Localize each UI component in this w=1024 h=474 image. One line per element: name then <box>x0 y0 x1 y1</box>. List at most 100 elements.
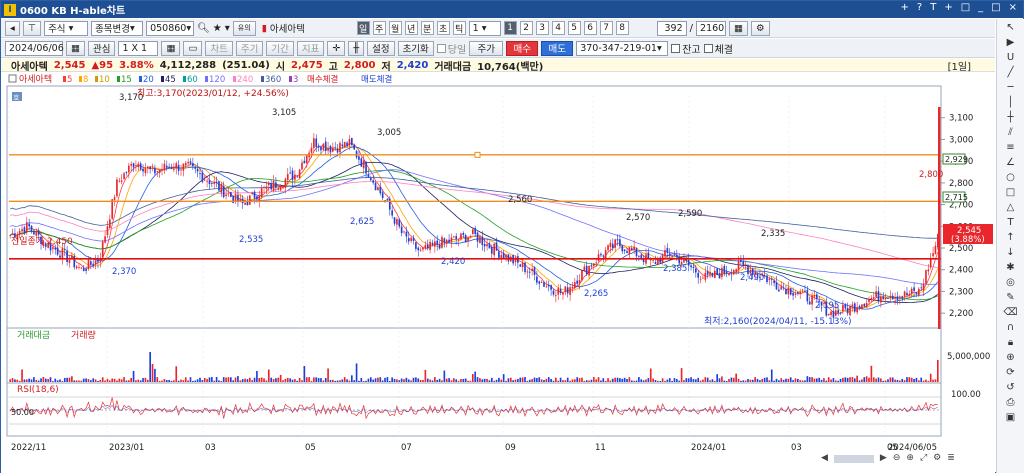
text-tool-icon[interactable]: T <box>1001 216 1021 230</box>
count-input[interactable]: 392 <box>656 20 687 36</box>
maximize-icon[interactable]: □ <box>991 2 1000 13</box>
angle-icon[interactable]: ∠ <box>1001 156 1021 170</box>
candle-type-icon[interactable]: ╫ <box>348 40 365 56</box>
lock-icon[interactable]: 🔒︎ <box>1001 336 1021 350</box>
channel-icon[interactable]: ⫽ <box>1001 126 1021 140</box>
fit-icon[interactable]: ⤢ <box>920 453 927 463</box>
page-button-4[interactable]: 4 <box>551 21 565 35</box>
refresh-icon[interactable]: ⟳ <box>1001 366 1021 380</box>
close-icon[interactable]: × <box>1009 2 1017 13</box>
pin-icon[interactable]: + <box>901 2 909 13</box>
prev-icon[interactable]: ◂ <box>5 20 20 36</box>
cursor-icon[interactable]: ↖ <box>1001 21 1021 35</box>
indicator-disabled-button[interactable]: 지표 <box>296 40 325 56</box>
period-value-select[interactable]: 1 ▾ <box>468 20 501 36</box>
circle-icon[interactable]: ○ <box>1001 171 1021 185</box>
period-tick[interactable]: 틱 <box>452 21 466 35</box>
period-month[interactable]: 월 <box>388 21 402 35</box>
volume-bar <box>396 379 398 382</box>
line-handle[interactable] <box>474 151 481 158</box>
zoom-in-icon[interactable]: ⊕ <box>906 453 914 463</box>
period-day[interactable]: 일 <box>356 21 370 35</box>
rotate-icon[interactable]: ↺ <box>1001 381 1021 395</box>
cross-line-icon[interactable]: ┼ <box>1001 111 1021 125</box>
magnet-icon[interactable]: ∩ <box>1001 321 1021 335</box>
volume-bar <box>870 365 873 382</box>
period-second[interactable]: 초 <box>436 21 450 35</box>
save-icon[interactable]: ▣ <box>1001 411 1021 425</box>
gann-icon[interactable]: ✱ <box>1001 261 1021 275</box>
favorite-icon[interactable]: ★ <box>213 23 222 34</box>
scroll-right-icon[interactable]: ▶ <box>880 453 887 463</box>
page-button-5[interactable]: 5 <box>567 21 581 35</box>
ratio-select[interactable]: 1 X 1 <box>118 40 159 56</box>
settings-button[interactable]: 설정 <box>367 40 395 56</box>
period-minute[interactable]: 분 <box>420 21 434 35</box>
cycle-icon[interactable]: ◎ <box>1001 276 1021 290</box>
date-input[interactable]: 2024/06/06 <box>5 40 64 56</box>
zoom-out-icon[interactable]: ⊖ <box>893 453 901 463</box>
period-week[interactable]: 주 <box>372 21 386 35</box>
page-button-8[interactable]: 8 <box>615 21 629 35</box>
scroll-bar[interactable] <box>833 455 874 463</box>
price-button[interactable]: 주가 <box>469 40 504 56</box>
config-icon[interactable]: ⚙ <box>933 453 941 463</box>
buy-button[interactable]: 매수 <box>506 40 539 56</box>
alert-icon[interactable]: 유의 <box>232 20 256 36</box>
add-icon[interactable]: + <box>944 2 952 13</box>
table-icon[interactable]: ▦ <box>729 20 749 36</box>
arrow-down-icon[interactable]: ↓ <box>1001 246 1021 260</box>
sell-button[interactable]: 매도 <box>541 40 574 56</box>
period-year[interactable]: 년 <box>404 21 418 35</box>
minimize-icon[interactable]: _ <box>978 2 983 13</box>
balance-checkbox-box[interactable] <box>671 43 681 53</box>
chart-disabled-button[interactable]: 차트 <box>205 40 233 56</box>
page-button-6[interactable]: 6 <box>583 21 597 35</box>
stock-code-input[interactable]: 050860 ▾ <box>146 20 195 36</box>
change-stock-select[interactable]: 종목변경 ▾ <box>91 20 144 36</box>
help-icon[interactable]: ? <box>917 2 922 13</box>
arrow-up-icon[interactable]: ↑ <box>1001 231 1021 245</box>
range-disabled-button[interactable]: 기간 <box>266 40 294 56</box>
undo-icon[interactable]: U <box>1001 51 1021 65</box>
watch-button[interactable]: 관심 <box>87 40 116 56</box>
rectangle-icon[interactable]: □ <box>1001 186 1021 200</box>
sameday-checkbox[interactable]: 당일 <box>436 41 466 56</box>
horizontal-line-icon[interactable]: ─ <box>1001 81 1021 95</box>
balance-checkbox[interactable]: 잔고 <box>671 41 701 56</box>
page-button-7[interactable]: 7 <box>599 21 613 35</box>
pencil-icon[interactable]: ✎ <box>1001 291 1021 305</box>
calendar-icon[interactable]: ▦ <box>66 40 85 56</box>
grid-icon[interactable]: ▦ <box>161 40 181 56</box>
pin-toggle-icon[interactable]: ⊤ <box>22 20 42 36</box>
settings-icon[interactable]: ⚙ <box>751 20 770 36</box>
crosshair-icon[interactable]: ✛ <box>327 40 346 56</box>
cycle-disabled-button[interactable]: 주기 <box>235 40 264 56</box>
eraser-icon[interactable]: ⌫ <box>1001 306 1021 320</box>
text-icon[interactable]: T <box>930 2 936 13</box>
expand-icon[interactable]: ▶ <box>1001 36 1021 50</box>
sameday-checkbox-box[interactable] <box>436 43 446 53</box>
list-icon[interactable]: ≣ <box>947 453 955 463</box>
account-select[interactable]: 370-347-219-01 ▾ <box>576 40 669 56</box>
trend-line-icon[interactable]: ╱ <box>1001 66 1021 80</box>
legend-toggle-icon[interactable] <box>8 74 17 83</box>
page-button-2[interactable]: 2 <box>519 21 533 35</box>
search-icon[interactable]: 🔍︎ <box>197 23 210 34</box>
menu-icon[interactable]: ▾ <box>225 23 230 34</box>
layout-icon[interactable]: □ <box>961 2 970 13</box>
market-type-select[interactable]: 주식 ▾ <box>44 20 89 36</box>
window-icon[interactable]: ▭ <box>183 40 203 56</box>
page-button-1[interactable]: 1 <box>503 21 517 35</box>
page-button-3[interactable]: 3 <box>535 21 549 35</box>
print-icon[interactable]: ⎙ <box>1001 396 1021 410</box>
reset-button[interactable]: 초기화 <box>397 40 434 56</box>
zoom-icon[interactable]: ⊕ <box>1001 351 1021 365</box>
vertical-line-icon[interactable]: │ <box>1001 96 1021 110</box>
scroll-left-icon[interactable]: ◀ <box>821 453 828 463</box>
filled-checkbox-box[interactable] <box>703 43 713 53</box>
price-chart[interactable]: 3,1703,1053,0052,6252,5352,3702,4202,560… <box>1 72 995 474</box>
triangle-icon[interactable]: △ <box>1001 201 1021 215</box>
fibonacci-icon[interactable]: ≡ <box>1001 141 1021 155</box>
filled-checkbox[interactable]: 체결 <box>703 41 733 56</box>
